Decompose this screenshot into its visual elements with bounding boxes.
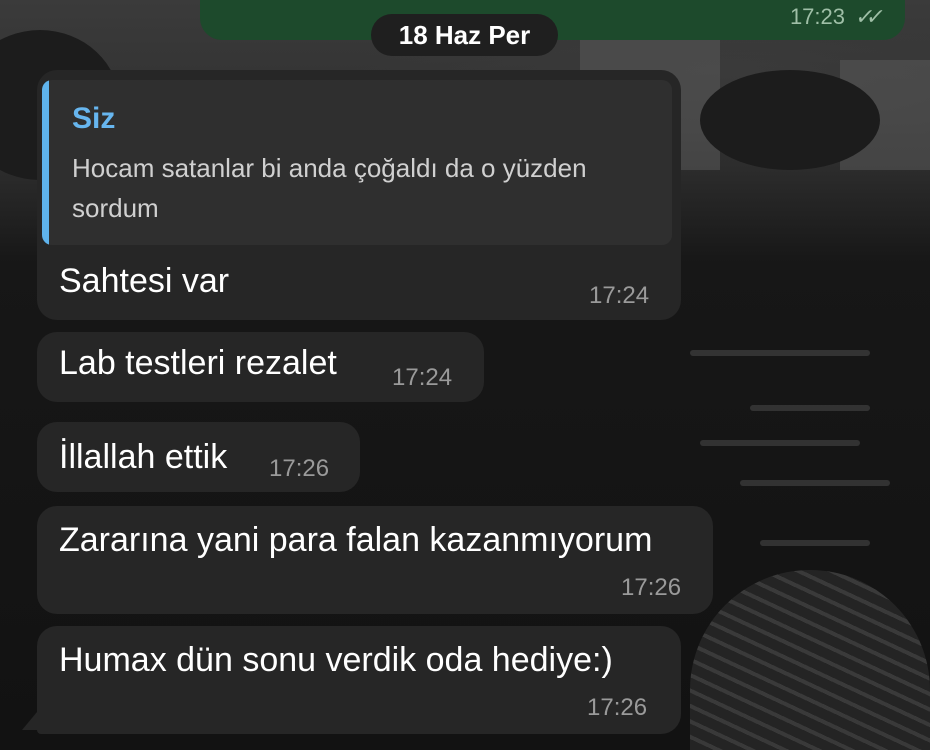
message-time: 17:26 [587,694,648,721]
reply-quote[interactable]: Siz Hocam satanlar bi anda çoğaldı da o … [42,80,672,245]
incoming-message-bubble[interactable]: Zararına yani para falan kazanmıyorum 17… [37,506,713,614]
incoming-message-bubble[interactable]: İllallah ettik 17:26 [37,422,360,492]
message-text: İllallah ettik [59,438,228,476]
message-time: 17:24 [392,364,453,391]
incoming-message-bubble[interactable]: Siz Hocam satanlar bi anda çoğaldı da o … [37,70,681,320]
message-time: 17:23 [789,4,845,29]
incoming-message-bubble[interactable]: Lab testleri rezalet 17:24 [37,332,484,402]
reply-accent-bar [42,80,49,245]
message-text: Sahtesi var [59,262,230,300]
message-time: 17:26 [621,574,682,601]
reply-author: Siz [72,102,116,135]
double-check-icon: ✓✓ [854,4,880,29]
message-time: 17:26 [269,455,330,482]
bubble-tail [22,706,42,730]
message-time: 17:24 [589,282,650,309]
reply-text: Hocam satanlar bi anda çoğaldı da o yüzd… [72,153,587,223]
message-text: Humax dün sonu verdik oda hediye:) [59,641,613,679]
message-text: Lab testleri rezalet [59,344,337,382]
incoming-message-bubble[interactable]: Humax dün sonu verdik oda hediye:) 17:26 [37,626,681,734]
date-separator: 18 Haz Per [371,14,558,56]
message-text: Zararına yani para falan kazanmıyorum [59,521,653,559]
